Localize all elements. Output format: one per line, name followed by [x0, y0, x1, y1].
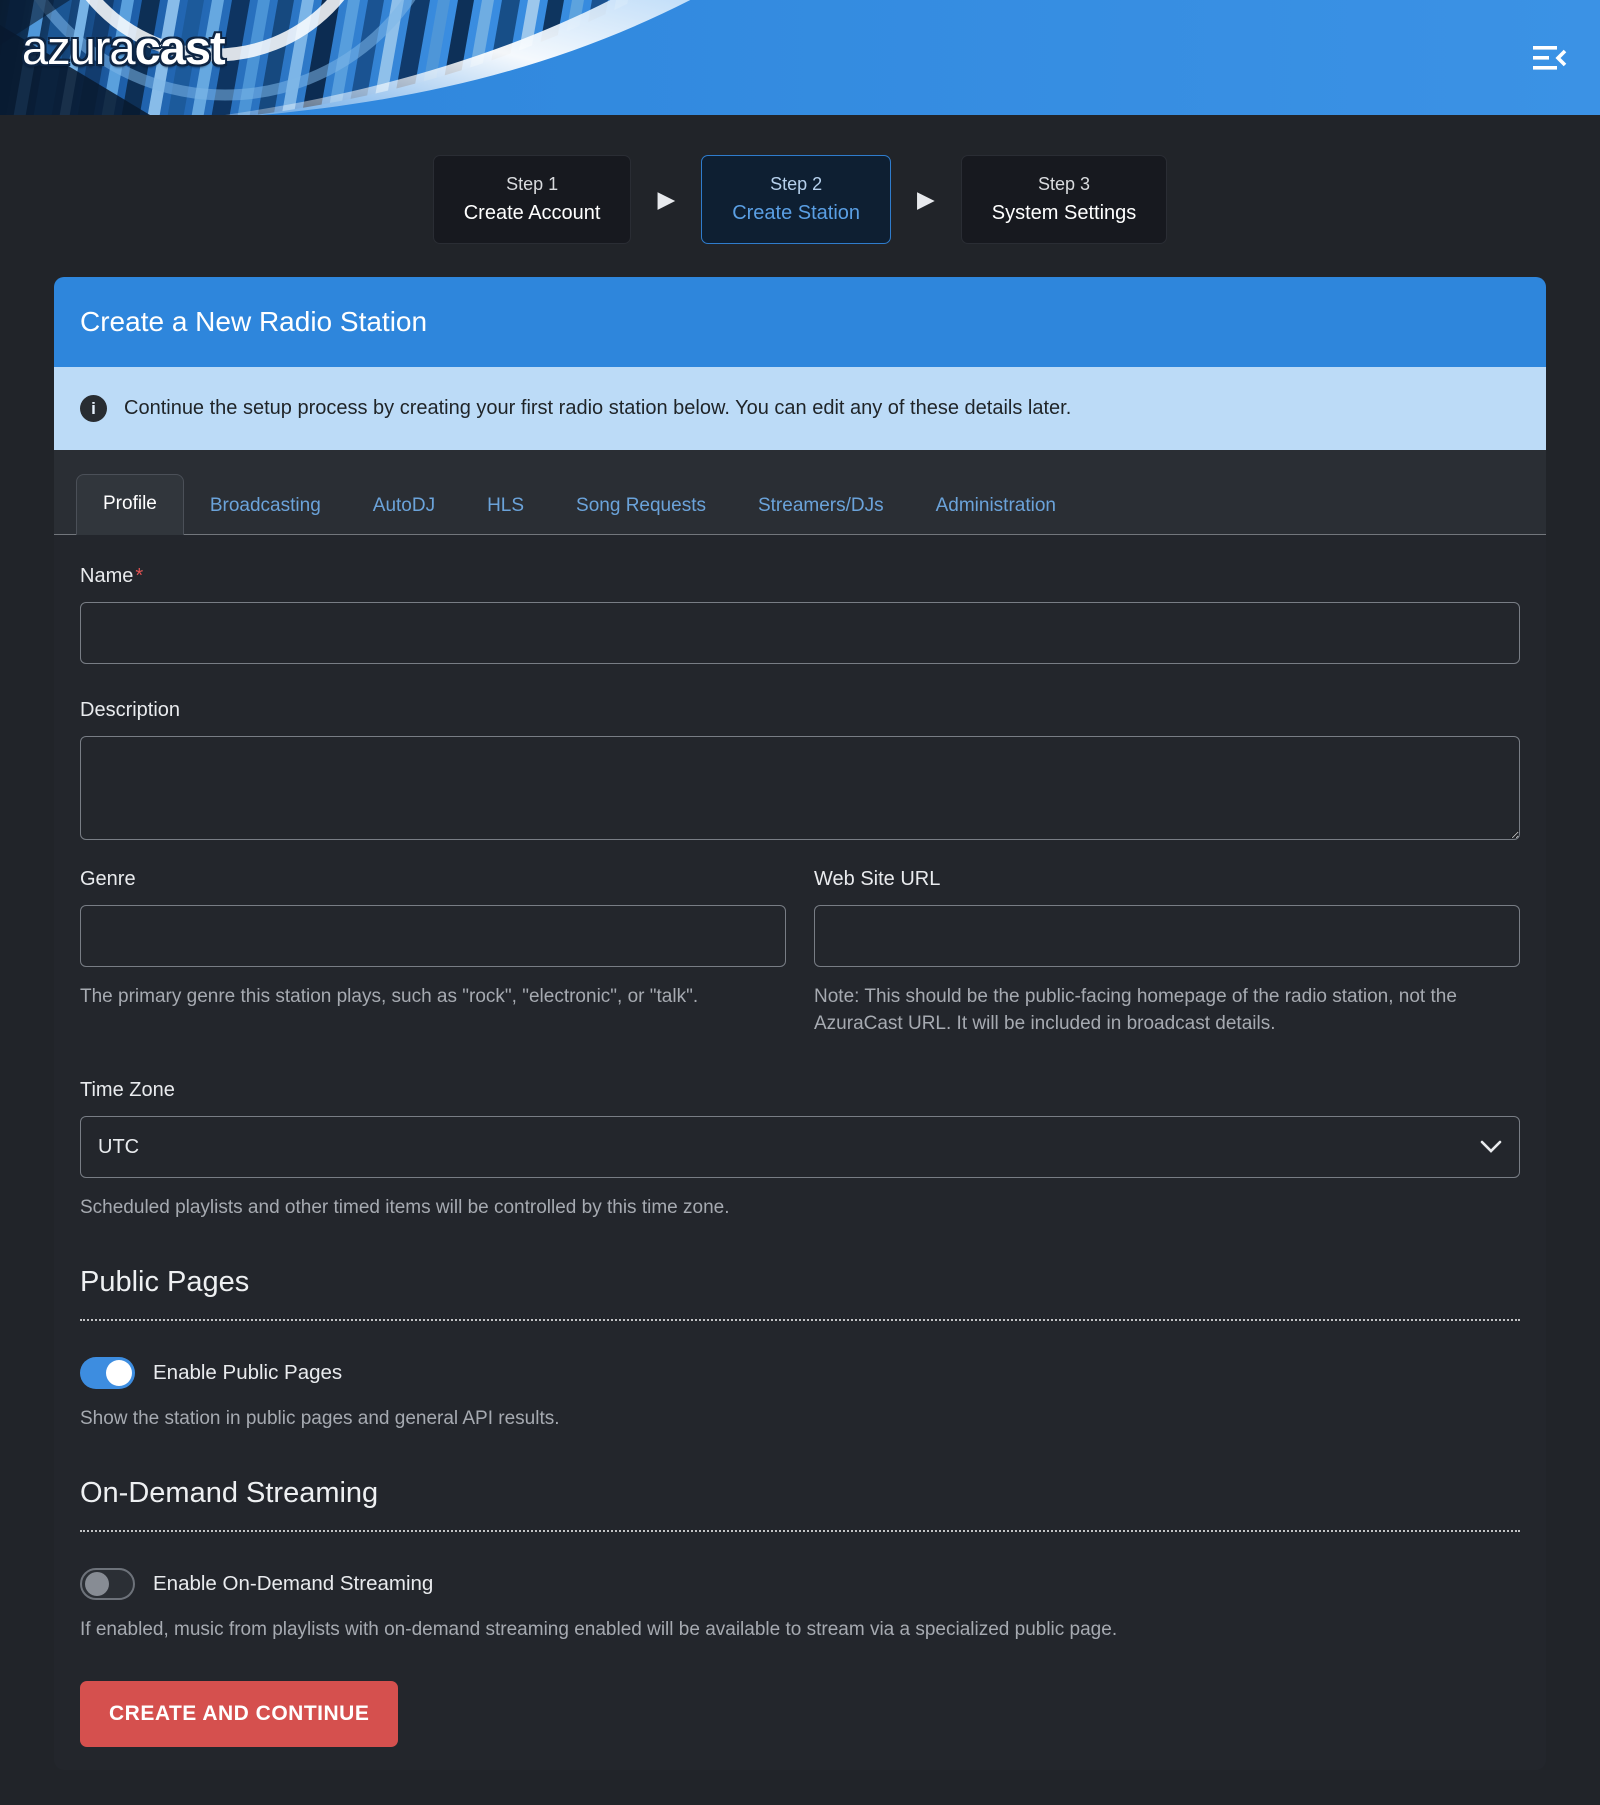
page-title: Create a New Radio Station [80, 304, 1520, 340]
required-marker: * [135, 565, 143, 587]
card-header: Create a New Radio Station [54, 277, 1546, 367]
description-textarea[interactable] [80, 736, 1520, 840]
header-artwork [0, 0, 1600, 115]
enable-on-demand-row: Enable On-Demand Streaming [80, 1568, 1520, 1600]
create-station-card: Create a New Radio Station i Continue th… [54, 277, 1546, 1770]
section-divider [80, 1530, 1520, 1532]
name-input[interactable] [80, 602, 1520, 664]
info-alert-text: Continue the setup process by creating y… [124, 397, 1071, 420]
timezone-select[interactable]: UTC [80, 1116, 1520, 1178]
step-3-system-settings: Step 3 System Settings [961, 155, 1168, 244]
tab-song-requests[interactable]: Song Requests [550, 478, 732, 534]
section-divider [80, 1319, 1520, 1321]
step-1-create-account: Step 1 Create Account [433, 155, 632, 244]
step-label: Create Station [732, 198, 860, 228]
station-tabs: Profile Broadcasting AutoDJ HLS Song Req… [54, 450, 1546, 535]
logo-text-azura: azura [22, 21, 135, 74]
tab-broadcasting[interactable]: Broadcasting [184, 478, 347, 534]
info-alert: i Continue the setup process by creating… [54, 367, 1546, 450]
app-header: azuracast [0, 0, 1600, 115]
logo-text-cast: cast [135, 21, 225, 74]
on-demand-help-text: If enabled, music from playlists with on… [80, 1616, 1520, 1643]
description-label: Description [80, 699, 1520, 722]
enable-public-pages-toggle[interactable] [80, 1357, 135, 1389]
tab-autodj[interactable]: AutoDJ [347, 478, 461, 534]
profile-tab-panel: Name* Description Genre The primary genr… [54, 535, 1546, 1770]
enable-public-pages-label: Enable Public Pages [153, 1361, 342, 1385]
description-field-group: Description [80, 699, 1520, 840]
name-label: Name* [80, 565, 1520, 588]
step-2-create-station: Step 2 Create Station [701, 155, 891, 244]
public-pages-heading: Public Pages [80, 1266, 1520, 1299]
website-field-group: Web Site URL Note: This should be the pu… [814, 868, 1520, 1037]
enable-on-demand-label: Enable On-Demand Streaming [153, 1572, 433, 1596]
info-icon: i [80, 395, 107, 422]
tab-hls[interactable]: HLS [461, 478, 550, 534]
genre-field-group: Genre The primary genre this station pla… [80, 868, 786, 1037]
website-url-input[interactable] [814, 905, 1520, 967]
tab-profile[interactable]: Profile [76, 474, 184, 535]
genre-website-row: Genre The primary genre this station pla… [80, 868, 1520, 1037]
arrow-right-icon: ▶ [917, 188, 935, 211]
on-demand-streaming-heading: On-Demand Streaming [80, 1477, 1520, 1510]
name-field-group: Name* [80, 565, 1520, 664]
timezone-selected-value: UTC [98, 1136, 139, 1159]
website-url-help-text: Note: This should be the public-facing h… [814, 983, 1520, 1037]
public-pages-help-text: Show the station in public pages and gen… [80, 1405, 1520, 1432]
toggle-knob [85, 1572, 109, 1596]
timezone-field-group: Time Zone UTC Scheduled playlists and ot… [80, 1079, 1520, 1221]
timezone-label: Time Zone [80, 1079, 1520, 1102]
genre-label: Genre [80, 868, 786, 891]
arrow-right-icon: ▶ [657, 188, 675, 211]
genre-help-text: The primary genre this station plays, su… [80, 983, 786, 1010]
genre-input[interactable] [80, 905, 786, 967]
step-title: Step 2 [732, 171, 860, 198]
tab-administration[interactable]: Administration [910, 478, 1082, 534]
tab-streamers-djs[interactable]: Streamers/DJs [732, 478, 910, 534]
enable-on-demand-toggle[interactable] [80, 1568, 135, 1600]
timezone-help-text: Scheduled playlists and other timed item… [80, 1194, 1520, 1221]
toggle-knob [106, 1360, 132, 1386]
azuracast-logo[interactable]: azuracast [22, 24, 225, 71]
step-title: Step 3 [992, 171, 1137, 198]
menu-open-icon[interactable] [1528, 40, 1572, 76]
website-url-label: Web Site URL [814, 868, 1520, 891]
name-label-text: Name [80, 565, 133, 587]
create-and-continue-button[interactable]: CREATE AND CONTINUE [80, 1681, 398, 1747]
step-label: Create Account [464, 198, 601, 228]
chevron-down-icon [1480, 1140, 1502, 1154]
setup-wizard-steps: Step 1 Create Account ▶ Step 2 Create St… [0, 155, 1600, 244]
enable-public-pages-row: Enable Public Pages [80, 1357, 1520, 1389]
step-title: Step 1 [464, 171, 601, 198]
step-label: System Settings [992, 198, 1137, 228]
